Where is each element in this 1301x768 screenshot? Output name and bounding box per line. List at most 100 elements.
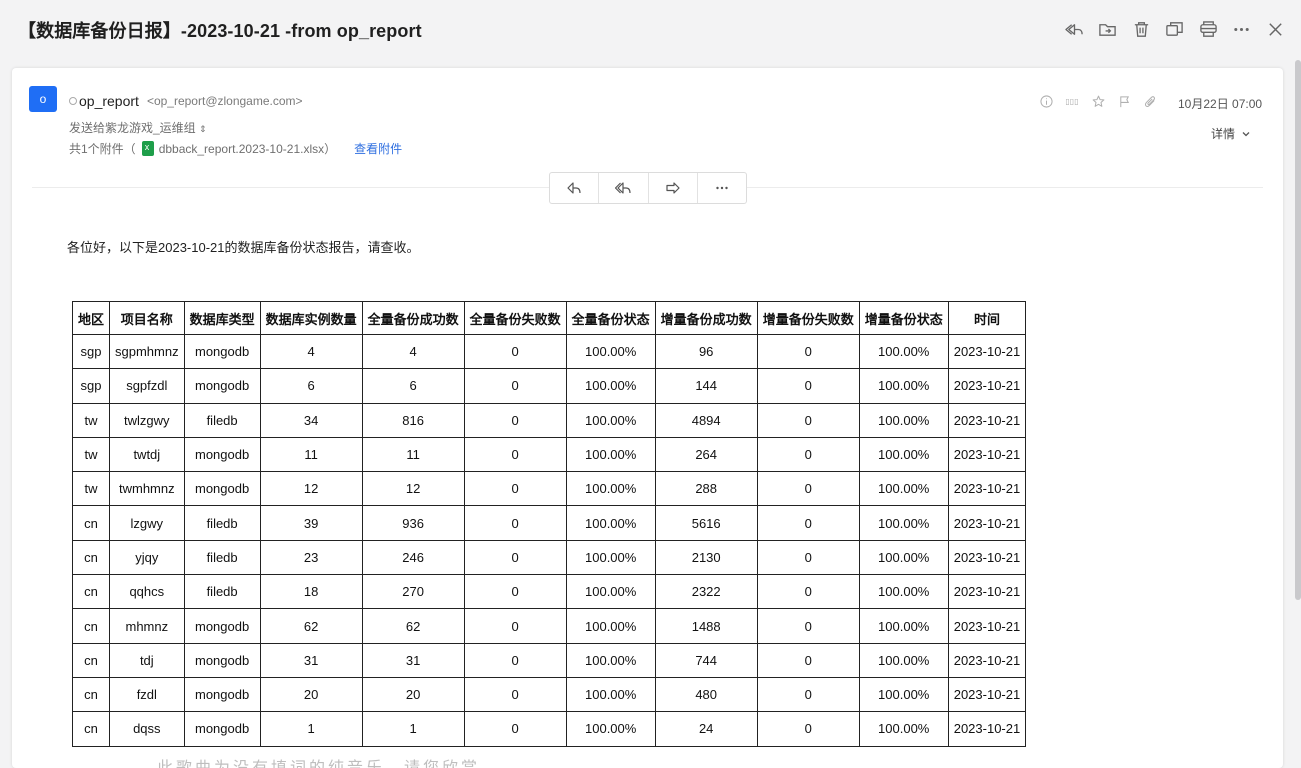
close-icon[interactable] — [1265, 18, 1285, 40]
table-cell: tw — [71, 402, 111, 438]
table-cell: 0 — [463, 471, 567, 507]
recipients[interactable]: 发送给紫龙游戏_运维组 ⇕ — [69, 119, 207, 136]
table-cell: 100.00% — [565, 368, 656, 404]
table-cell: 0 — [463, 402, 567, 438]
view-attachment-link[interactable]: 查看附件 — [354, 140, 402, 157]
table-row: cn lzgwy filedb 39 936 0 100.00% 5616 0 100.00% 20… — [71, 505, 1027, 541]
column-header: 数据库实例数量 — [259, 301, 363, 335]
table-row: sgp sgpfzdl mongodb 6 6 0 100.00% 144 0 100.00% 20… — [71, 368, 1027, 404]
table-cell: 4 — [259, 333, 363, 370]
info-icon[interactable] — [1039, 94, 1053, 108]
move-to-folder-icon[interactable] — [1098, 18, 1118, 40]
table-cell: 4 — [361, 333, 465, 370]
delete-icon[interactable] — [1131, 18, 1151, 40]
table-cell: 0 — [756, 676, 860, 713]
new-window-icon[interactable] — [1165, 18, 1185, 40]
table-cell: cn — [71, 574, 111, 610]
table-row: cn qqhcs filedb 18 270 0 100.00% 2322 0 100.00% 20… — [71, 574, 1027, 610]
email-date: 10月22日 07:00 — [1178, 97, 1263, 111]
table-cell: 34 — [259, 402, 363, 438]
table-cell: 100.00% — [858, 333, 949, 370]
more-icon — [716, 186, 728, 190]
table-cell: 144 — [654, 368, 758, 404]
table-cell: cn — [71, 608, 111, 644]
table-body: sgp sgpmhmnz mongodb 4 4 0 100.00% 96 0 100.00% 20… — [71, 333, 1027, 747]
table-cell: 100.00% — [858, 711, 949, 747]
flag-icon[interactable] — [1117, 94, 1131, 108]
table-cell: 0 — [756, 333, 860, 370]
forward-icon — [666, 182, 680, 194]
table-cell: 0 — [756, 608, 860, 644]
reply-all-button[interactable] — [599, 173, 649, 203]
table-cell: 20 — [259, 676, 363, 713]
attachment-clip-icon[interactable] — [1143, 94, 1157, 108]
more-icon[interactable] — [1232, 18, 1252, 40]
print-icon[interactable] — [1198, 18, 1218, 40]
reply-icon — [567, 182, 581, 194]
details-label[interactable]: 详情 — [1211, 125, 1235, 142]
table-cell: cn — [71, 642, 111, 678]
meta-icons: ▯▯▯ — [1039, 94, 1169, 108]
attachment-name[interactable]: dbback_report.2023-10-21.xlsx — [159, 142, 324, 156]
table-cell: mhmnz — [109, 608, 185, 644]
scrollbar[interactable] — [1295, 60, 1301, 600]
table-cell: mongodb — [183, 333, 261, 370]
star-icon[interactable] — [1091, 94, 1105, 108]
table-cell: 100.00% — [858, 539, 949, 576]
table-cell: 100.00% — [858, 574, 949, 610]
reply-all-icon — [615, 182, 631, 194]
table-cell: 2322 — [654, 574, 758, 610]
sender[interactable]: op_report <op_report@zlongame.com> — [69, 93, 303, 109]
table-cell: 100.00% — [858, 642, 949, 678]
reply-button[interactable] — [550, 173, 600, 203]
table-cell: yjqy — [109, 539, 185, 576]
watermark: 此歌曲为没有填词的纯音乐，请您欣赏 — [157, 754, 480, 768]
table-cell: 100.00% — [565, 608, 656, 644]
table-cell: 100.00% — [858, 505, 949, 541]
table-cell: 0 — [756, 436, 860, 473]
table-cell: 0 — [463, 436, 567, 473]
more-actions-button[interactable] — [698, 173, 746, 203]
table-cell: 96 — [654, 333, 758, 370]
expand-recipients-icon[interactable]: ⇕ — [199, 124, 207, 134]
table-cell: mongodb — [183, 368, 261, 404]
table-cell: 0 — [463, 368, 567, 404]
table-cell: 2130 — [654, 539, 758, 576]
table-cell: mongodb — [183, 642, 261, 678]
details-toggle[interactable]: 详情 — [1211, 125, 1251, 142]
table-cell: 100.00% — [858, 676, 949, 713]
table-cell: fzdl — [109, 676, 185, 713]
table-cell: 100.00% — [565, 642, 656, 678]
column-header: 时间 — [947, 301, 1027, 335]
table-header-row: 地区 项目名称 数据库类型 数据库实例数量 全量备份成功数 全量备份失败数 全量… — [71, 301, 1027, 335]
table-cell: 0 — [463, 711, 567, 747]
table-cell: 100.00% — [858, 436, 949, 473]
recipient-list[interactable]: 发送给紫龙游戏_运维组 — [69, 121, 196, 135]
table-cell: tdj — [109, 642, 185, 678]
header-toolbar — [1051, 18, 1286, 40]
table-row: cn dqss mongodb 1 1 0 100.00% 24 0 100.00% 2023-10… — [71, 711, 1027, 747]
table-cell: cn — [71, 505, 111, 541]
table-cell: 1488 — [654, 608, 758, 644]
table-cell: 744 — [654, 642, 758, 678]
table-cell: 0 — [463, 505, 567, 541]
forward-button[interactable] — [649, 173, 698, 203]
table-cell: 264 — [654, 436, 758, 473]
table-cell: 1 — [259, 711, 363, 747]
sender-name[interactable]: op_report — [79, 93, 139, 109]
table-row: cn fzdl mongodb 20 20 0 100.00% 480 0 100.00% 2023… — [71, 676, 1027, 713]
table-cell: mongodb — [183, 471, 261, 507]
table-cell: 5616 — [654, 505, 758, 541]
table-cell: 100.00% — [858, 471, 949, 507]
table-cell: 246 — [361, 539, 465, 576]
table-row: cn mhmnz mongodb 62 62 0 100.00% 1488 0 100.00% 20… — [71, 608, 1027, 644]
tag-icon[interactable]: ▯▯▯ — [1065, 94, 1079, 108]
table-cell: tw — [71, 471, 111, 507]
reply-all-icon[interactable] — [1064, 18, 1084, 40]
avatar[interactable]: o — [29, 86, 57, 112]
table-cell: sgp — [71, 368, 111, 404]
table-cell: 100.00% — [565, 539, 656, 576]
table-cell: filedb — [183, 402, 261, 438]
table-row: tw twlzgwy filedb 34 816 0 100.00% 4894 0 100.00%… — [71, 402, 1027, 438]
table-cell: 2023-10-21 — [947, 676, 1027, 713]
